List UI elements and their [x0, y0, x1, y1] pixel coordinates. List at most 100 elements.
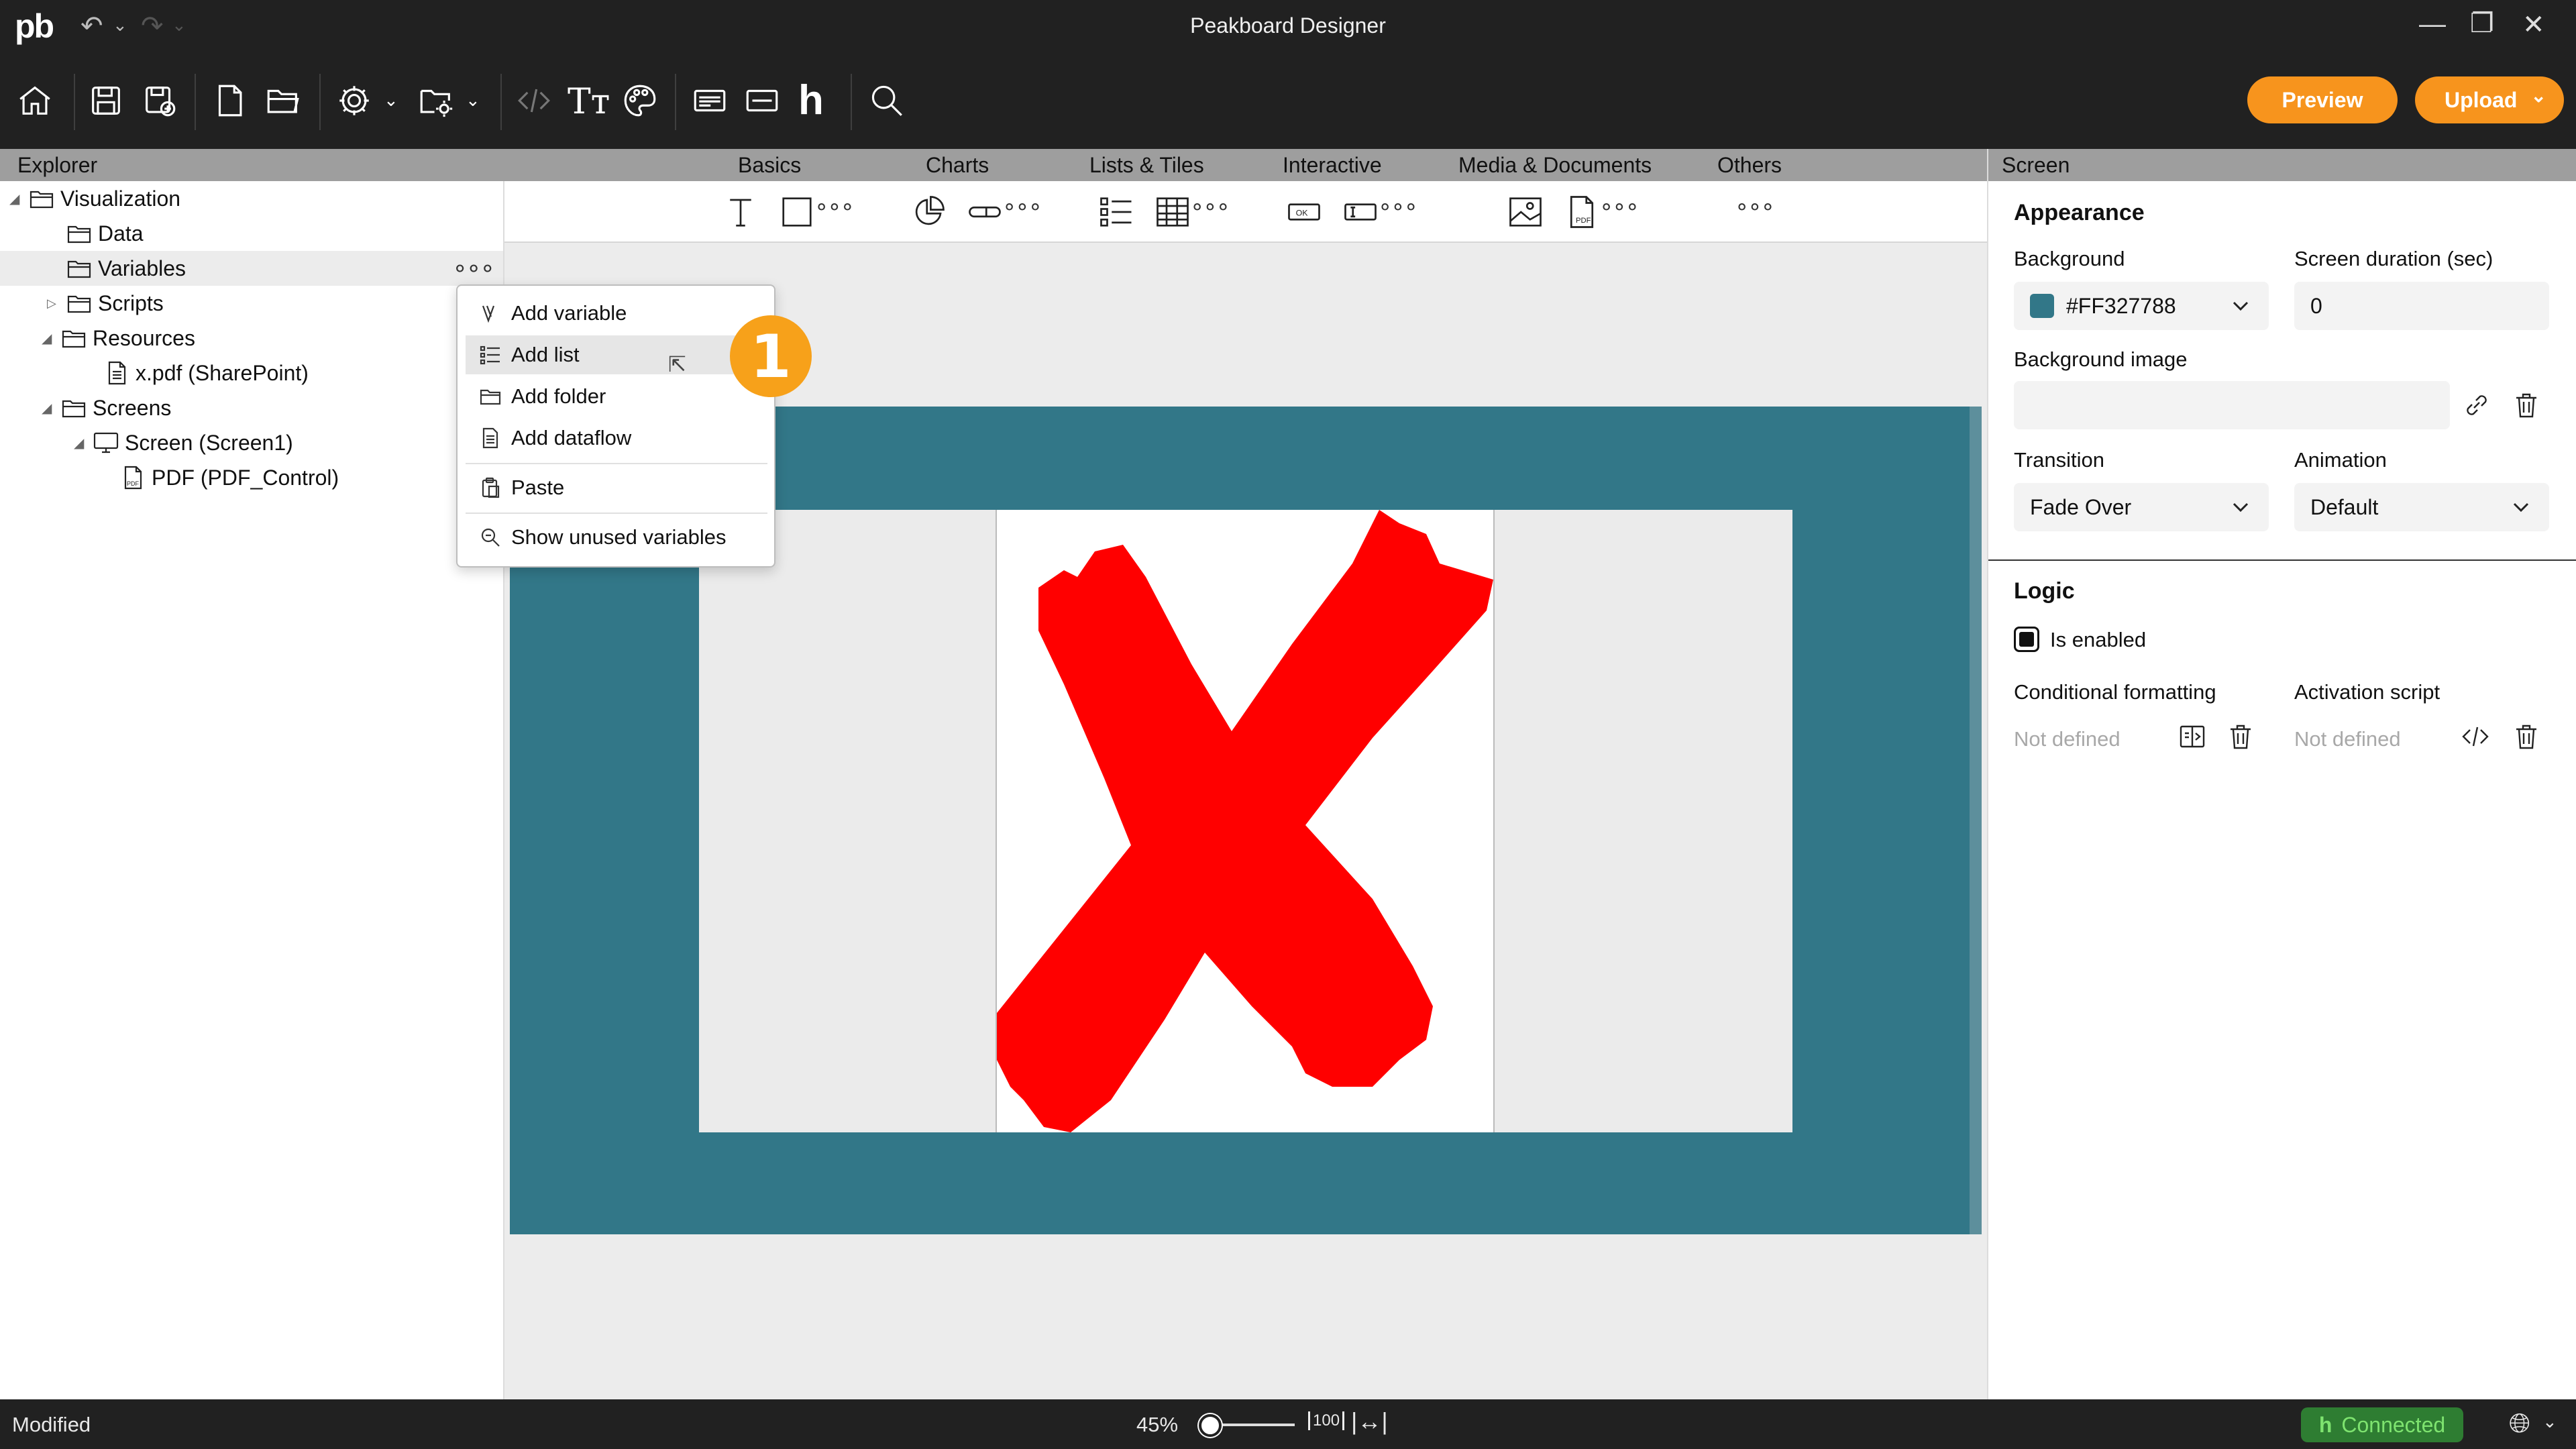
link-icon[interactable]	[2459, 388, 2494, 423]
textbox-component-icon[interactable]	[1339, 191, 1382, 233]
more-options-icon[interactable]: ∘∘∘	[452, 254, 495, 282]
menu-item-add-folder[interactable]: Add folder	[466, 377, 767, 416]
table-component-icon[interactable]	[1151, 191, 1194, 233]
color-palette-icon[interactable]	[619, 79, 661, 122]
project-settings-icon[interactable]	[415, 79, 458, 122]
toolbar-divider	[74, 74, 75, 130]
code-icon[interactable]	[2458, 719, 2493, 754]
globe-icon[interactable]: 🌐︎	[2509, 1409, 2530, 1439]
expand-arrow-icon[interactable]: ▷	[47, 297, 64, 311]
menu-item-paste[interactable]: Paste	[466, 468, 767, 507]
animation-value: Default	[2310, 494, 2379, 519]
tree-item-label: Resources	[93, 325, 195, 350]
animation-label: Animation	[2294, 448, 2387, 472]
category-others[interactable]: Others	[1717, 153, 1782, 178]
restore-icon[interactable]: ❐	[2470, 8, 2494, 39]
main-toolbar: ⌄ ⌄ Tт h Preview Upload ⌄	[0, 52, 2576, 149]
connection-status-badge[interactable]: h Connected	[2301, 1407, 2463, 1442]
menu-item-add-dataflow[interactable]: Add dataflow	[466, 419, 767, 458]
preview-button[interactable]: Preview	[2247, 76, 2398, 123]
upload-button[interactable]: Upload ⌄	[2415, 76, 2564, 123]
tree-item-visualization[interactable]: ◢ Visualization	[9, 181, 499, 216]
toolbar-divider	[851, 74, 852, 130]
category-charts[interactable]: Charts	[926, 153, 989, 178]
edge-device-icon[interactable]	[741, 79, 784, 122]
bar-gauge-icon[interactable]	[963, 191, 1006, 233]
tree-item-screen1[interactable]: ◢ Screen (Screen1)	[74, 425, 476, 460]
zoom-100-button[interactable]: 100	[1308, 1411, 1345, 1430]
upload-dropdown-icon[interactable]: ⌄	[2531, 85, 2546, 107]
minimize-icon[interactable]: —	[2419, 9, 2446, 40]
tree-item-variables[interactable]: Variables ∘∘∘	[0, 251, 503, 286]
explorer-header: Explorer	[0, 149, 504, 181]
trash-icon[interactable]	[2509, 388, 2544, 423]
more-media-icon[interactable]: ∘∘∘	[1599, 193, 1640, 220]
menu-item-add-variable[interactable]: Add variable	[466, 294, 767, 333]
pie-chart-icon[interactable]	[907, 191, 950, 233]
category-interactive[interactable]: Interactive	[1283, 153, 1382, 178]
more-others-icon[interactable]: ∘∘∘	[1735, 193, 1775, 220]
pdf-component-icon[interactable]: PDF	[1560, 191, 1603, 233]
tree-item-pdf-control[interactable]: PDF PDF (PDF_Control)	[118, 460, 494, 495]
save-as-icon[interactable]	[138, 79, 181, 122]
shape-component-icon[interactable]	[775, 191, 818, 233]
dataflow-icon	[482, 427, 498, 449]
category-basics[interactable]: Basics	[738, 153, 801, 178]
collapse-arrow-icon[interactable]: ◢	[42, 400, 59, 417]
peakboard-box-icon[interactable]	[688, 79, 731, 122]
edit-formatting-icon[interactable]	[2175, 719, 2210, 754]
project-settings-dropdown-icon[interactable]: ⌄	[466, 90, 480, 111]
collapse-arrow-icon[interactable]: ◢	[42, 330, 59, 347]
background-color-value: #FF327788	[2066, 293, 2176, 318]
hub-logo-icon[interactable]: h	[798, 76, 824, 124]
tree-item-pdf-resource[interactable]: x.pdf (SharePoint)	[85, 356, 460, 390]
more-basics-icon[interactable]: ∘∘∘	[814, 193, 855, 220]
menu-item-add-list[interactable]: Add list ⇱	[466, 335, 767, 376]
menu-item-label: Add folder	[511, 384, 606, 408]
tree-item-data[interactable]: Data	[47, 216, 499, 251]
trash-icon[interactable]	[2509, 719, 2544, 754]
screen-duration-input[interactable]: 0	[2294, 282, 2549, 330]
canvas-scroll-edge	[1970, 407, 1982, 1234]
save-icon[interactable]	[85, 79, 127, 122]
is-enabled-checkbox[interactable]	[2014, 627, 2039, 652]
script-code-icon[interactable]	[513, 79, 555, 122]
more-lists-icon[interactable]: ∘∘∘	[1190, 193, 1230, 220]
background-color-picker[interactable]: #FF327788	[2014, 282, 2269, 330]
menu-item-show-unused-variables[interactable]: Show unused variables	[466, 518, 767, 557]
search-icon[interactable]	[865, 79, 908, 122]
collapse-arrow-icon[interactable]: ◢	[9, 191, 27, 207]
zoom-slider-thumb[interactable]	[1199, 1414, 1222, 1437]
toolbar-divider	[675, 74, 676, 130]
text-component-icon[interactable]	[719, 191, 762, 233]
settings-gear-icon[interactable]	[333, 79, 376, 122]
text-style-icon[interactable]: Tт	[568, 82, 610, 122]
fit-width-icon[interactable]: |↔|	[1351, 1407, 1388, 1436]
zoom-level: 45%	[1136, 1413, 1179, 1436]
open-folder-icon[interactable]	[262, 79, 305, 122]
list-component-icon[interactable]	[1095, 191, 1138, 233]
close-icon[interactable]: ✕	[2522, 9, 2545, 40]
new-file-icon[interactable]	[208, 79, 251, 122]
category-media-documents[interactable]: Media & Documents	[1458, 153, 1652, 178]
trash-icon[interactable]	[2223, 719, 2258, 754]
language-dropdown-icon[interactable]: ⌄	[2542, 1411, 2557, 1432]
more-charts-icon[interactable]: ∘∘∘	[1002, 193, 1042, 220]
tree-item-scripts[interactable]: ▷ Scripts	[47, 286, 449, 321]
background-label: Background	[2014, 247, 2125, 270]
explorer-panel: Explorer ◢ Visualization Data Variables …	[0, 149, 504, 1399]
settings-dropdown-icon[interactable]: ⌄	[384, 90, 398, 111]
tree-item-resources[interactable]: ◢ Resources	[42, 321, 444, 356]
category-lists-tiles[interactable]: Lists & Tiles	[1089, 153, 1204, 178]
logic-heading: Logic	[2014, 578, 2075, 604]
status-text: Modified	[12, 1413, 91, 1436]
animation-select[interactable]: Default	[2294, 483, 2549, 531]
background-image-input[interactable]	[2014, 381, 2450, 429]
button-component-icon[interactable]: OK	[1283, 191, 1326, 233]
tree-item-screens[interactable]: ◢ Screens	[42, 390, 444, 425]
home-icon[interactable]	[13, 79, 56, 122]
image-component-icon[interactable]	[1504, 191, 1547, 233]
collapse-arrow-icon[interactable]: ◢	[74, 435, 91, 451]
transition-select[interactable]: Fade Over	[2014, 483, 2269, 531]
more-interactive-icon[interactable]: ∘∘∘	[1378, 193, 1418, 220]
